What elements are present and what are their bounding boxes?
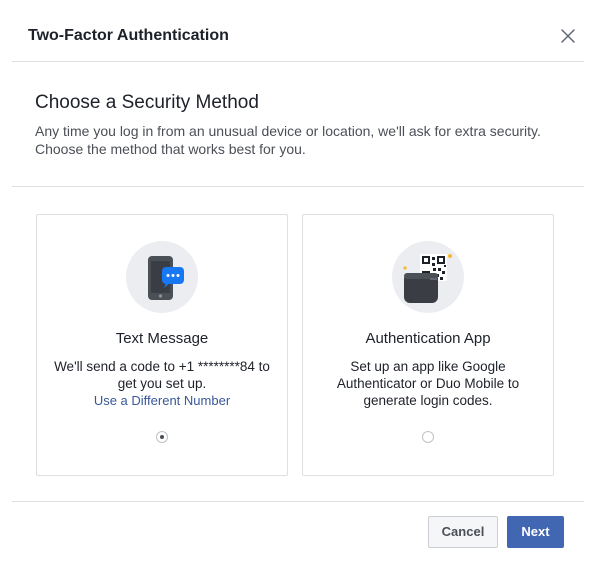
radio-selected-dot [160, 435, 164, 439]
section-title: Choose a Security Method [35, 92, 259, 113]
method-title: Authentication App [365, 330, 491, 347]
method-description-block: Set up an app like Google Authenticator … [313, 358, 543, 409]
method-title: Text Message [115, 330, 209, 347]
method-radio-text-message[interactable] [156, 431, 168, 443]
cancel-button[interactable]: Cancel [428, 516, 498, 548]
divider [12, 186, 584, 187]
use-different-number-link[interactable]: Use a Different Number [47, 392, 277, 409]
phone-message-icon [126, 241, 198, 313]
method-card-text-message[interactable]: Text Message We'll send a code to +1 ***… [36, 214, 288, 476]
method-description: Set up an app like Google Authenticator … [336, 359, 520, 408]
two-factor-dialog: Two-Factor Authentication Choose a Secur… [0, 0, 596, 578]
method-description-block: We'll send a code to +1 ********84 to ge… [47, 358, 277, 409]
divider [12, 501, 584, 502]
section-description: Any time you log in from an unusual devi… [35, 123, 541, 157]
intro-section: Choose a Security Method Any time you lo… [35, 92, 565, 158]
method-card-authentication-app[interactable]: Authentication App Set up an app like Go… [302, 214, 554, 476]
dialog-header: Two-Factor Authentication [12, 0, 584, 62]
method-radio-authentication-app[interactable] [422, 431, 434, 443]
method-description: We'll send a code to +1 ********84 to ge… [54, 359, 270, 391]
close-icon[interactable] [558, 26, 578, 46]
next-button[interactable]: Next [507, 516, 564, 548]
dialog-title: Two-Factor Authentication [28, 27, 229, 44]
qr-code-phone-icon [392, 241, 464, 313]
